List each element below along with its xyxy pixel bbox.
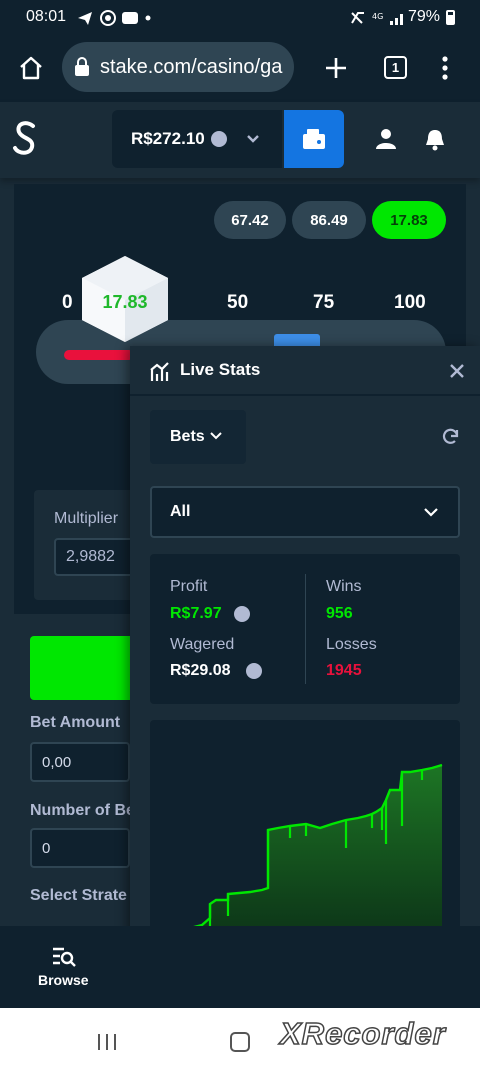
number-of-bets-input[interactable]: 0 <box>30 828 130 868</box>
address-bar[interactable]: stake.com/casino/ga <box>62 42 294 92</box>
profit-value: R$7.97 <box>170 605 222 622</box>
chevron-down-icon <box>247 135 259 143</box>
bottom-nav: Browse <box>0 926 480 1008</box>
menu-icon[interactable] <box>440 56 450 80</box>
tab-switcher-button[interactable]: 1 <box>384 56 407 79</box>
stake-logo[interactable] <box>10 118 40 158</box>
scale-tick: 50 <box>227 292 249 313</box>
wins-label: Wins <box>326 578 362 595</box>
status-bar: 08:01 4G 79% <box>0 0 480 36</box>
bets-dropdown-label: Bets <box>170 428 205 445</box>
svg-text:4G: 4G <box>372 12 383 21</box>
recents-icon[interactable] <box>96 1032 118 1052</box>
wallet-icon <box>303 129 325 149</box>
litecoin-icon <box>246 663 262 679</box>
stats-summary: Profit R$7.97 Wagered R$29.08 Wins 956 L… <box>150 554 460 704</box>
scale-tick: 100 <box>394 292 426 313</box>
signal-icons: 4G <box>351 12 403 25</box>
bell-icon[interactable] <box>424 128 446 152</box>
balance-value: R$272.10 <box>131 129 205 148</box>
bet-button[interactable] <box>30 636 130 700</box>
refresh-icon[interactable] <box>442 428 460 446</box>
user-icon[interactable] <box>374 128 398 150</box>
filter-value: All <box>170 503 191 520</box>
nav-browse[interactable]: Browse <box>38 972 89 988</box>
result-cube: 17.83 <box>80 254 170 344</box>
scale-tick: 0 <box>62 292 73 313</box>
wins-value: 956 <box>326 605 353 622</box>
balance-selector[interactable]: R$272.10 <box>112 110 282 168</box>
lock-icon <box>75 57 89 76</box>
scale-tick: 75 <box>313 292 335 313</box>
bet-amount-label: Bet Amount <box>30 714 121 731</box>
home-icon[interactable] <box>18 55 44 81</box>
result-pill[interactable]: 86.49 <box>292 201 366 239</box>
live-stats-panel: Live Stats Bets All Profit R$7.97 Wagere… <box>130 346 480 1008</box>
new-tab-icon[interactable] <box>324 56 348 80</box>
status-time: 08:01 <box>26 8 67 25</box>
wagered-value: R$29.08 <box>170 662 231 679</box>
litecoin-icon <box>234 606 250 622</box>
result-pill-latest[interactable]: 17.83 <box>372 201 446 239</box>
system-nav-bar: XRecorder <box>0 1008 480 1072</box>
chevron-down-icon <box>424 508 438 517</box>
wallet-button[interactable] <box>284 110 344 168</box>
chevron-down-icon <box>210 432 222 440</box>
bets-dropdown[interactable]: Bets <box>150 410 246 464</box>
result-pill[interactable]: 67.42 <box>214 201 286 239</box>
url-text: stake.com/casino/ga <box>100 55 283 78</box>
profit-label: Profit <box>170 578 208 595</box>
litecoin-icon <box>210 131 227 147</box>
number-of-bets-label: Number of Be <box>30 802 135 819</box>
divider <box>130 394 480 396</box>
losses-label: Losses <box>326 636 377 653</box>
close-icon[interactable] <box>449 363 465 379</box>
cube-value: 17.83 <box>102 292 148 312</box>
battery-percent: 79% <box>408 8 441 25</box>
notification-icons <box>78 10 151 26</box>
battery-icon <box>446 10 455 25</box>
filter-select[interactable]: All <box>150 486 460 538</box>
select-strategy-label: Select Strate <box>30 887 127 904</box>
browse-icon <box>53 947 76 967</box>
chart-icon <box>150 362 169 381</box>
home-button[interactable] <box>230 1032 250 1052</box>
losses-value: 1945 <box>326 662 362 679</box>
lose-range <box>64 350 134 360</box>
multiplier-box: Multiplier 2,9882 <box>34 490 144 600</box>
xrecorder-watermark: XRecorder <box>279 1015 446 1052</box>
wagered-label: Wagered <box>170 636 235 653</box>
multiplier-label: Multiplier <box>54 510 119 527</box>
bet-amount-input[interactable]: 0,00 <box>30 742 130 782</box>
divider <box>305 574 306 684</box>
live-stats-title: Live Stats <box>180 360 261 379</box>
